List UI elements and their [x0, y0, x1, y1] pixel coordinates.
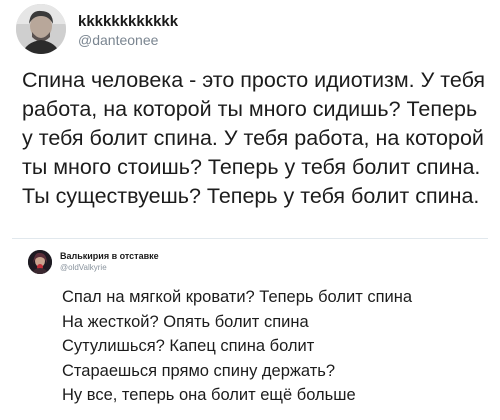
- tweet-text: Спал на мягкой кровати? Теперь болит спи…: [62, 285, 492, 408]
- avatar[interactable]: [28, 250, 52, 274]
- avatar[interactable]: [16, 4, 66, 54]
- tweet-line: Ну все, теперь она болит ещё больше: [62, 386, 356, 405]
- tweet-line: Сутулишься? Капец спина болит: [62, 337, 315, 356]
- tweet-main: kkkkkkkkkkkk @danteonee Спина человека -…: [0, 0, 500, 238]
- tweet-text: Спина человека - это просто идиотизм. У …: [22, 68, 486, 208]
- tweet-line: Стараешься прямо спину держать?: [62, 361, 336, 380]
- author-name[interactable]: Валькирия в отставке: [60, 251, 159, 261]
- tweet-line: Спал на мягкой кровати? Теперь болит спи…: [62, 288, 413, 306]
- author-handle[interactable]: @oldValkyrie: [60, 263, 107, 272]
- tweet-line: На жесткой? Опять болит спина: [62, 312, 309, 331]
- author-handle[interactable]: @danteonee: [78, 32, 158, 48]
- divider: [12, 238, 488, 239]
- author-name[interactable]: kkkkkkkkkkkk: [78, 13, 178, 30]
- avatar-photo-icon: [28, 250, 52, 274]
- screenshot-frame: kkkkkkkkkkkk @danteonee Спина человека -…: [0, 0, 500, 420]
- avatar-photo-icon: [16, 4, 66, 54]
